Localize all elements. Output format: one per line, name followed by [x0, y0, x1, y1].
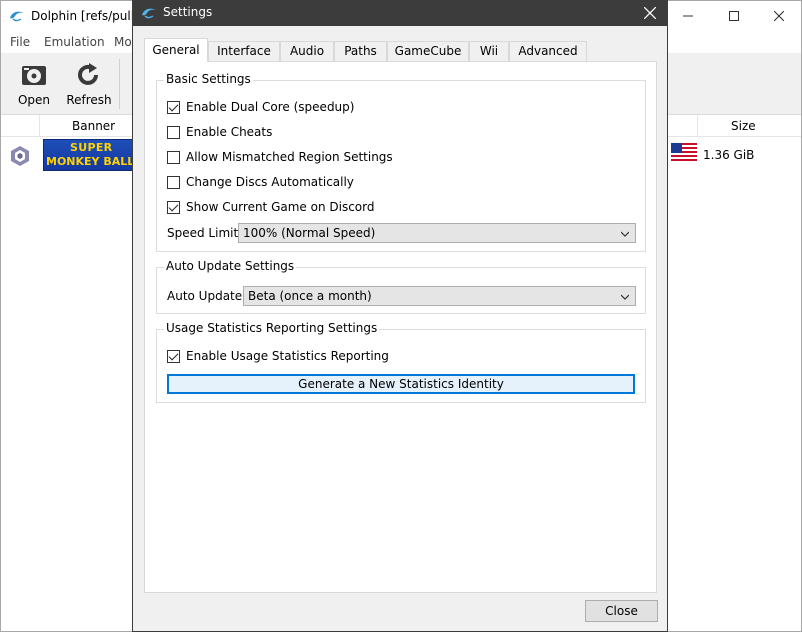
general-tab-panel: Basic Settings Enable Dual Core (speedup…: [144, 61, 657, 593]
checkbox-box[interactable]: [167, 100, 180, 114]
usage-statistics-checkbox[interactable]: Enable Usage Statistics Reporting: [167, 348, 389, 364]
minimize-button[interactable]: [665, 1, 711, 31]
game-banner: SUPER MONKEY BALL 2: [43, 139, 139, 171]
refresh-icon: [78, 63, 98, 85]
chevron-down-icon: [621, 231, 629, 237]
close-button[interactable]: Close: [585, 600, 658, 622]
checkbox-label: Change Discs Automatically: [186, 175, 354, 189]
auto-update-value: Beta (once a month): [248, 289, 372, 303]
close-icon: [643, 6, 657, 20]
speed-limit-dropdown[interactable]: 100% (Normal Speed): [238, 223, 636, 243]
checkbox-box[interactable]: [167, 200, 180, 214]
maximize-button[interactable]: [711, 1, 757, 31]
checkbox-label: Enable Dual Core (speedup): [186, 100, 355, 114]
game-size: 1.36 GiB: [703, 148, 755, 162]
menu-file[interactable]: File: [10, 35, 30, 49]
change-discs-checkbox[interactable]: Change Discs Automatically: [167, 174, 354, 190]
toolbar-separator: [119, 59, 120, 109]
dual-core-checkbox[interactable]: Enable Dual Core (speedup): [167, 99, 354, 115]
generate-statistics-identity-button[interactable]: Generate a New Statistics Identity: [167, 374, 635, 394]
speed-limit-label: Speed Limit:: [167, 226, 243, 240]
tab-wii[interactable]: Wii: [469, 41, 509, 62]
speed-limit-value: 100% (Normal Speed): [243, 226, 376, 240]
tab-interface[interactable]: Interface: [208, 41, 280, 62]
usa-flag-icon: [671, 143, 697, 163]
basic-settings-group: Basic Settings Enable Dual Core (speedup…: [156, 72, 646, 252]
dialog-title: Settings: [163, 5, 213, 19]
column-banner[interactable]: Banner: [72, 119, 115, 133]
main-window-title: Dolphin [refs/pull/8: [31, 9, 146, 23]
main-close-button[interactable]: [756, 1, 802, 31]
banner-title-line2: MONKEY BALL 2: [46, 155, 139, 168]
banner-title-line1: SUPER: [70, 141, 113, 154]
checkbox-box[interactable]: [167, 150, 180, 164]
auto-update-dropdown[interactable]: Beta (once a month): [243, 286, 636, 306]
cheats-checkbox[interactable]: Enable Cheats: [167, 124, 272, 140]
checkbox-label: Show Current Game on Discord: [186, 200, 375, 214]
tab-paths[interactable]: Paths: [334, 41, 387, 62]
column-divider: [39, 115, 40, 137]
dialog-close-button[interactable]: [639, 3, 661, 23]
checkbox-box[interactable]: [167, 349, 180, 363]
checkbox-label: Allow Mismatched Region Settings: [186, 150, 393, 164]
refresh-label: Refresh: [66, 93, 112, 107]
auto-update-group: Auto Update Settings Auto Update: Beta (…: [156, 259, 646, 314]
dialog-titlebar: Settings: [133, 0, 667, 26]
open-button[interactable]: Open: [9, 55, 59, 111]
tab-audio[interactable]: Audio: [280, 41, 334, 62]
dolphin-logo-icon: [10, 11, 24, 22]
chevron-down-icon: [621, 294, 629, 300]
checkbox-label: Enable Usage Statistics Reporting: [186, 349, 389, 363]
menu-movie[interactable]: Mo: [114, 35, 132, 49]
auto-update-label: Auto Update:: [167, 289, 247, 303]
checkbox-label: Enable Cheats: [186, 125, 273, 139]
checkbox-box[interactable]: [167, 125, 180, 139]
menu-emulation[interactable]: Emulation: [44, 35, 105, 49]
checkbox-box[interactable]: [167, 175, 180, 189]
basic-settings-title: Basic Settings: [164, 72, 253, 86]
usage-statistics-group: Usage Statistics Reporting Settings Enab…: [156, 321, 646, 403]
refresh-button[interactable]: Refresh: [64, 55, 114, 111]
dolphin-logo-icon: [142, 8, 156, 19]
tab-general[interactable]: General: [144, 38, 208, 62]
auto-update-title: Auto Update Settings: [164, 259, 297, 273]
open-label: Open: [17, 93, 51, 107]
tab-advanced[interactable]: Advanced: [509, 41, 587, 62]
mismatched-region-checkbox[interactable]: Allow Mismatched Region Settings: [167, 149, 393, 165]
discord-checkbox[interactable]: Show Current Game on Discord: [167, 199, 374, 215]
maximize-icon: [729, 11, 739, 21]
settings-dialog: Settings General Interface Audio Paths G…: [132, 0, 668, 632]
tab-gamecube[interactable]: GameCube: [387, 41, 469, 62]
column-size[interactable]: Size: [731, 119, 756, 133]
usage-statistics-title: Usage Statistics Reporting Settings: [164, 321, 380, 335]
minimize-icon: [683, 15, 693, 17]
close-icon: [774, 11, 784, 21]
column-divider: [697, 115, 698, 137]
open-disc-icon: [22, 66, 46, 85]
gamecube-icon: [11, 146, 29, 166]
